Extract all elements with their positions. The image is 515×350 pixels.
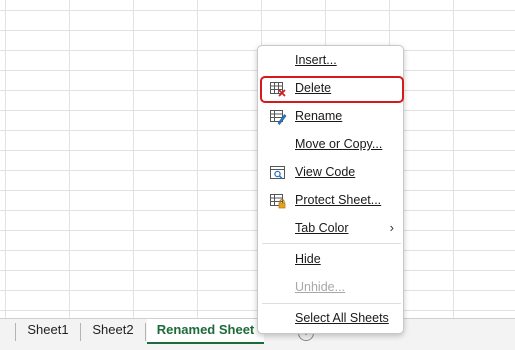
chevron-right-icon: ›: [389, 220, 394, 235]
menu-separator: [262, 303, 401, 304]
menu-item-rename[interactable]: Rename: [258, 104, 403, 130]
menu-item-label: Protect Sheet...: [295, 193, 382, 207]
menu-item-label: Rename: [295, 109, 343, 123]
menu-item-label: Insert...: [295, 53, 337, 67]
delete-highlight-box: [260, 76, 404, 103]
menu-item-protect-sheet[interactable]: Protect Sheet...: [258, 188, 403, 214]
menu-item-view-code[interactable]: View Code: [258, 160, 403, 186]
menu-item-label: Select All Sheets: [295, 311, 389, 325]
menu-separator: [262, 243, 401, 244]
menu-item-insert[interactable]: Insert...: [258, 48, 403, 74]
menu-item-hide[interactable]: Hide: [258, 247, 403, 273]
rename-sheet-icon: [269, 108, 287, 126]
sheet-tab-sheet1[interactable]: Sheet1: [17, 319, 79, 343]
menu-item-label: Unhide...: [295, 280, 346, 294]
menu-item-move-or-copy[interactable]: Move or Copy...: [258, 132, 403, 158]
tab-separator: [80, 323, 81, 341]
menu-item-label: View Code: [295, 165, 356, 179]
menu-item-select-all-sheets[interactable]: Select All Sheets: [258, 306, 403, 332]
sheet-tab-renamed-sheet[interactable]: Renamed Sheet: [147, 319, 264, 344]
protect-sheet-icon: [269, 192, 287, 210]
menu-item-unhide: Unhide...: [258, 275, 403, 301]
menu-item-label: Move or Copy...: [295, 137, 383, 151]
tab-separator: [15, 323, 16, 341]
menu-item-label: Hide: [295, 252, 321, 266]
menu-item-label: Tab Color: [295, 221, 349, 235]
sheet-context-menu: Insert... Delete Rename Move or Copy... …: [257, 45, 404, 334]
tab-separator: [145, 323, 146, 341]
menu-item-tab-color[interactable]: Tab Color ›: [258, 216, 403, 242]
sheet-tab-sheet2[interactable]: Sheet2: [82, 319, 144, 343]
view-code-icon: [269, 164, 287, 182]
